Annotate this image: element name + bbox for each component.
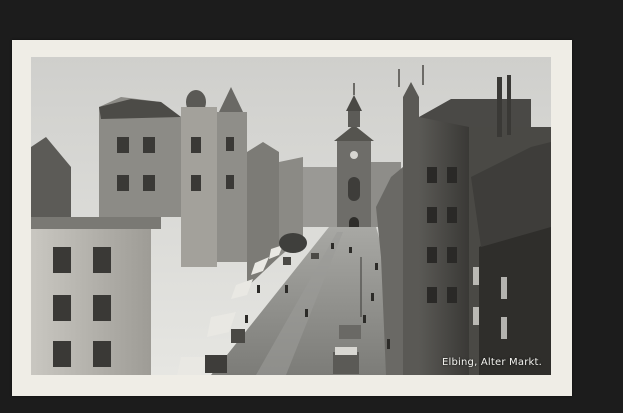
street-photo	[31, 57, 551, 375]
postcard: Elbing, Alter Markt.	[12, 40, 572, 396]
street-scene	[31, 57, 551, 375]
postcard-caption: Elbing, Alter Markt.	[441, 357, 542, 368]
